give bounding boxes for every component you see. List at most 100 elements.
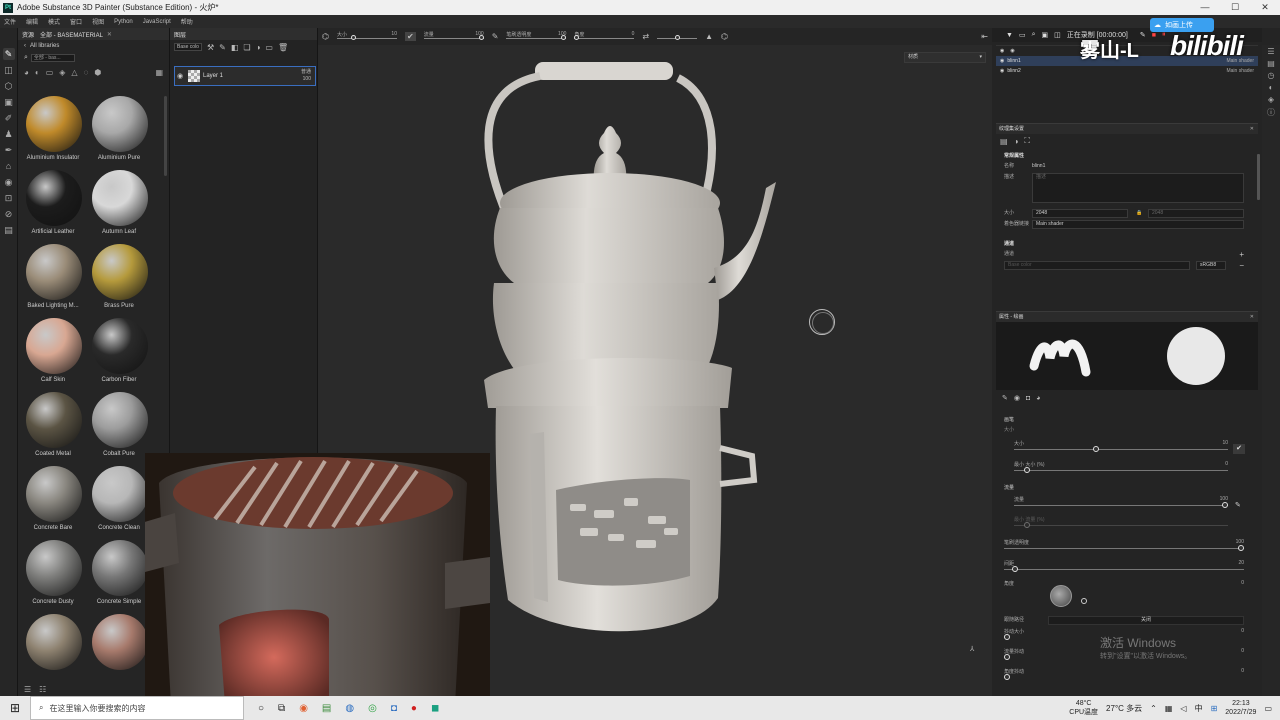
export-tool-icon[interactable]: ▤ (3, 224, 15, 236)
brush-size-slider[interactable]: 大小 10 (1014, 440, 1228, 454)
material-thumbnail[interactable]: Coated Metal (20, 392, 86, 466)
texture-filter-icon[interactable]: ▭ (46, 68, 54, 77)
size-select[interactable]: 2048 (1032, 209, 1128, 218)
channel-name-input[interactable]: Base color (1004, 261, 1190, 270)
slider-knob[interactable] (1222, 502, 1228, 508)
shader-dock-icon[interactable]: ◈ (1268, 95, 1274, 104)
toolbar-stroke-opacity-slider[interactable]: 笔刷透明度 100 (506, 31, 567, 41)
assets-tab[interactable]: 全部 - BASEMATERIAL (40, 30, 103, 39)
texture-set-dock-icon[interactable]: ▤ (1267, 59, 1275, 68)
add-mask-icon[interactable]: ◑ (256, 43, 261, 52)
menu-edit[interactable]: 编辑 (26, 17, 38, 26)
material-thumbnail[interactable]: Artificial Leather (20, 170, 86, 244)
description-input[interactable]: 描述 (1032, 173, 1244, 203)
visibility-eye-icon[interactable]: ◉ (175, 72, 185, 80)
wand-icon[interactable]: ⚒ (207, 43, 214, 52)
settings-tab-icon[interactable]: ▤ (1000, 137, 1008, 146)
pen-pressure-flow-icon[interactable]: ✎ (1235, 501, 1241, 509)
frame-icon[interactable]: ▣ (1041, 31, 1048, 39)
particle-filter-icon[interactable]: ⬢ (94, 68, 101, 77)
material-thumbnail[interactable]: Baked Lighting M... (20, 244, 86, 318)
brush-filter-icon[interactable]: ◈ (59, 68, 65, 77)
slider-knob[interactable] (1024, 467, 1030, 473)
network-icon[interactable]: ▦ (1165, 704, 1173, 713)
folder-icon[interactable]: ▭ (265, 43, 273, 52)
flow-slider[interactable]: 流量 100 (1014, 496, 1228, 510)
symmetry-icon[interactable]: ⌬ (322, 32, 329, 41)
layer-blend-mode[interactable]: 普通 (291, 69, 311, 76)
ime-language[interactable]: 中 (1195, 703, 1203, 714)
slider-knob[interactable] (1004, 634, 1010, 640)
browser-icon[interactable]: ◉ (299, 703, 308, 714)
add-channel-icon[interactable]: + (1239, 249, 1244, 260)
min-size-slider[interactable]: 最小 大小 (%) 0 (1014, 461, 1228, 475)
history-dock-icon[interactable]: ◷ (1268, 71, 1275, 80)
polygon-fill-tool-icon[interactable]: ▣ (3, 96, 15, 108)
menu-window[interactable]: 窗口 (70, 17, 82, 26)
menu-help[interactable]: 帮助 (181, 17, 193, 26)
pen-pressure-size-icon[interactable]: ✔ (404, 32, 416, 41)
screenshot-icon[interactable]: ◫ (1054, 31, 1061, 39)
eraser-tool-icon[interactable]: ◫ (3, 64, 15, 76)
color-picker-tool-icon[interactable]: ✒ (3, 144, 15, 156)
layer-name[interactable]: Layer 1 (203, 73, 291, 79)
pen-pressure-size-toggle-icon[interactable]: ✔ (1233, 444, 1245, 454)
spacing-slider[interactable]: 间距 20 (1004, 560, 1244, 574)
maximize-button[interactable]: ☐ (1220, 0, 1250, 15)
clone-tool-icon[interactable]: ♟ (3, 128, 15, 140)
import-icon[interactable]: ☰ (24, 685, 31, 694)
layer-blend-opacity[interactable]: 普通 100 (291, 69, 315, 83)
close-window-button[interactable]: ✕ (1250, 0, 1280, 15)
material-thumbnail[interactable]: Calf Skin (20, 318, 86, 392)
geometry-mask-tool-icon[interactable]: ◉ (3, 176, 15, 188)
collapse-toolbar-icon[interactable]: ⇤ (981, 32, 988, 41)
display-settings-dock-icon[interactable]: ◐ (1269, 83, 1274, 92)
stroke-opacity-slider[interactable]: 笔刷透明度 100 (1004, 539, 1244, 553)
alignment-icon[interactable]: ▲ (705, 32, 713, 41)
brush-icon[interactable]: ✎ (219, 43, 226, 52)
layer-row[interactable]: ◉ Layer 1 普通 100 (174, 66, 316, 86)
menu-javascript[interactable]: JavaScript (143, 19, 171, 25)
material-thumbnail[interactable]: Concrete Clean (86, 466, 152, 540)
follow-path-select[interactable]: 关闭 (1048, 616, 1244, 625)
cpu-temp-widget[interactable]: 48°C CPU温度 (1069, 699, 1098, 717)
toolbar-flow-slider[interactable]: 流量 100 (423, 31, 484, 41)
layer-opacity[interactable]: 100 (291, 76, 311, 83)
channel-select[interactable]: Base colo (174, 43, 202, 51)
taskbar-clock[interactable]: 22:13 2022/7/29 (1225, 699, 1256, 717)
slider-knob[interactable] (478, 34, 484, 40)
ime-icon[interactable]: ⊞ (1211, 704, 1218, 713)
grid-view-icon[interactable]: ▦ (155, 68, 163, 77)
slider-knob[interactable] (1093, 446, 1099, 452)
slider-knob[interactable] (1012, 566, 1018, 572)
visibility-eye-icon[interactable]: ◉ (1000, 58, 1004, 64)
material-thumbnail[interactable]: Concrete Dusty (20, 540, 86, 614)
task-view-icon[interactable]: ⧉ (278, 703, 285, 714)
projection-tool-icon[interactable]: ⬡ (3, 80, 15, 92)
alpha-tab-icon[interactable]: ◉ (1014, 394, 1020, 402)
shader-select[interactable]: Main shader (1032, 220, 1244, 229)
material-thumbnail[interactable]: Carbon Fiber (86, 318, 152, 392)
toolbar-angle-slider[interactable]: 角度 0 (574, 31, 635, 41)
add-layer-icon[interactable]: ❏ (243, 43, 250, 52)
edge-icon[interactable]: ◍ (345, 703, 354, 714)
slider-knob[interactable] (1004, 674, 1010, 680)
material-thumbnail[interactable] (86, 614, 152, 688)
angle-dial[interactable] (1050, 585, 1072, 607)
stencil-tab-icon[interactable]: ◘ (1026, 395, 1030, 402)
menu-file[interactable]: 文件 (4, 17, 16, 26)
grunge-filter-icon[interactable]: ◌ (84, 68, 89, 77)
visibility-eye-icon[interactable]: ◉ (1000, 68, 1004, 74)
selection-tool-icon[interactable]: ⊡ (3, 192, 15, 204)
material-thumbnail[interactable]: Autumn Leaf (86, 170, 152, 244)
paint-brush-tool-icon[interactable]: ✎ (2, 48, 15, 60)
library-icon[interactable]: ☷ (39, 685, 46, 694)
assets-search-input[interactable]: 全部 - bas... (30, 54, 75, 62)
zoom-icon[interactable]: ⌕ (1032, 31, 1036, 39)
painter-taskbar-icon[interactable]: ◼ (431, 703, 439, 714)
windows-start-icon[interactable]: ⊞ (0, 701, 30, 715)
brush-tab-icon[interactable]: ✎ (1002, 394, 1008, 402)
remove-channel-icon[interactable]: − (1239, 260, 1244, 271)
store-icon[interactable]: ◘ (391, 703, 397, 714)
slider-knob[interactable] (350, 34, 356, 40)
